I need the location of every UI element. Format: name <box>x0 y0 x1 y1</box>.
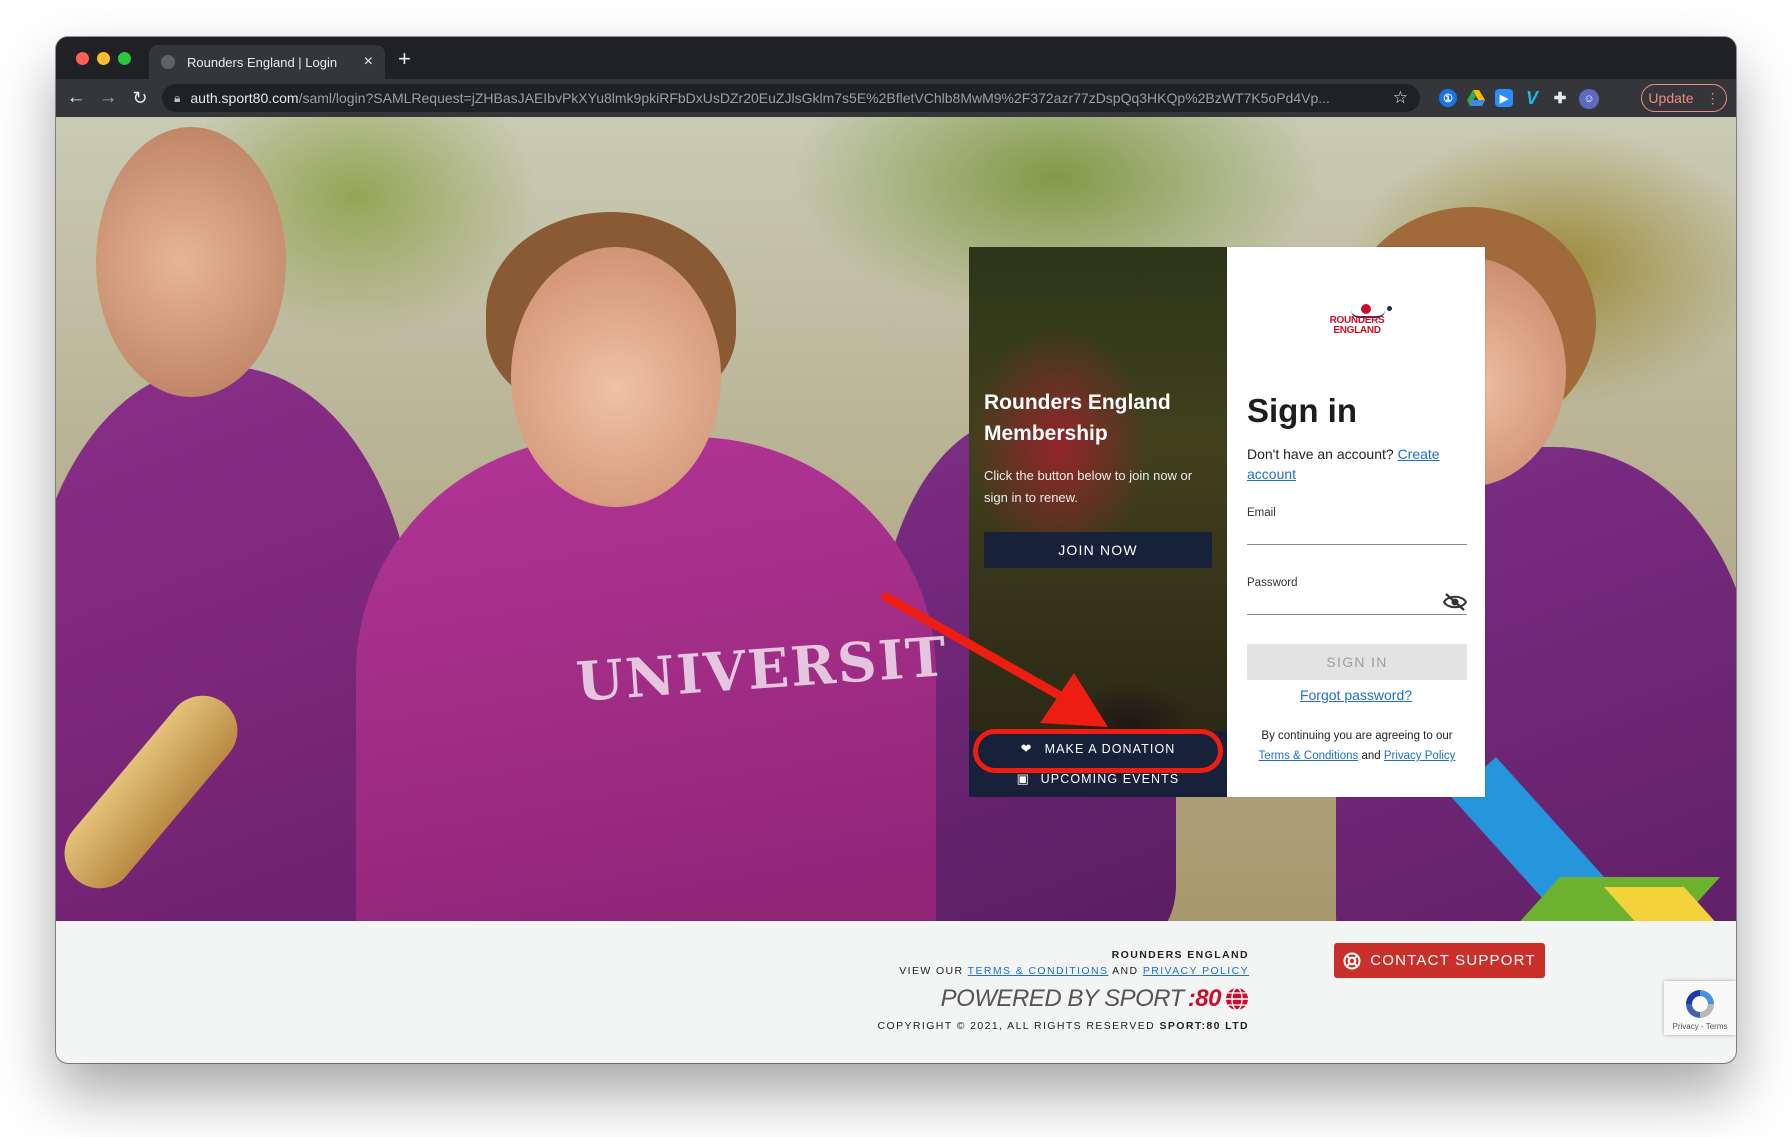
email-label: Email <box>1247 507 1276 519</box>
join-now-button[interactable]: JOIN NOW <box>984 532 1212 568</box>
lifebuoy-icon <box>1343 952 1361 969</box>
powered-by-accent: :80 <box>1187 985 1222 1012</box>
password-field[interactable] <box>1247 589 1467 615</box>
privacy-policy-link[interactable]: Privacy Policy <box>1384 750 1456 762</box>
extensions-puzzle-icon[interactable]: ✚ <box>1551 89 1569 107</box>
update-button[interactable]: Update ⋮ <box>1641 84 1727 112</box>
close-window-button[interactable] <box>76 52 89 65</box>
password-label: Password <box>1247 577 1298 589</box>
terms-conditions-link[interactable]: Terms & Conditions <box>1259 750 1359 762</box>
annotation-arrow <box>881 592 1108 727</box>
membership-title: Rounders England Membership <box>984 391 1171 445</box>
copyright-brand: SPORT:80 LTD <box>1159 1020 1249 1032</box>
bookmark-star-icon[interactable]: ☆ <box>1393 88 1408 108</box>
eye-off-icon[interactable] <box>1443 593 1467 611</box>
annotation-highlight-ring <box>973 729 1223 773</box>
favicon-icon <box>161 55 175 69</box>
logo-wordmark: ROUNDERS ENGLAND <box>1329 315 1385 336</box>
footer-terms-link[interactable]: TERMS & CONDITIONS <box>968 965 1109 977</box>
zoom-extension-icon[interactable]: ▶ <box>1495 89 1513 107</box>
tab-strip: Rounders England | Login × + <box>56 37 1736 79</box>
minimize-window-button[interactable] <box>97 52 110 65</box>
copyright-text: COPYRIGHT © 2021, ALL RIGHTS RESERVED <box>877 1020 1156 1032</box>
rounders-england-logo: ROUNDERS ENGLAND <box>1317 302 1397 342</box>
vimeo-extension-icon[interactable]: V <box>1523 88 1541 108</box>
browser-toolbar: ← → ↻ 🔒︎ auth.sport80.com/saml/login?SAM… <box>56 79 1736 117</box>
footer-view-our: VIEW OUR <box>899 965 964 977</box>
terms-prefix: By continuing you are agreeing to our <box>1261 730 1453 742</box>
footer-org-name: ROUNDERS ENGLAND <box>1111 949 1249 961</box>
powered-by-text: POWERED BY SPORT <box>940 985 1185 1012</box>
footer-links: VIEW OUR TERMS & CONDITIONS AND PRIVACY … <box>656 965 1249 977</box>
logo-ball <box>1387 306 1392 311</box>
terms-notice: By continuing you are agreeing to our Te… <box>1247 726 1467 766</box>
contact-support-button[interactable]: CONTACT SUPPORT <box>1334 943 1545 978</box>
address-bar[interactable]: 🔒︎ auth.sport80.com/saml/login?SAMLReque… <box>162 84 1420 112</box>
update-label: Update <box>1648 90 1694 106</box>
terms-and: and <box>1361 750 1381 762</box>
recaptcha-icon <box>1686 990 1714 1018</box>
url-text: auth.sport80.com/saml/login?SAMLRequest=… <box>190 90 1330 106</box>
new-tab-button[interactable]: + <box>398 46 411 72</box>
copyright-line: COPYRIGHT © 2021, ALL RIGHTS RESERVED SP… <box>656 1020 1249 1032</box>
forgot-password-link[interactable]: Forgot password? <box>1300 687 1412 703</box>
hero-person-head <box>511 247 721 507</box>
forgot-password-row: Forgot password? <box>1227 687 1485 703</box>
signin-title: Sign in <box>1247 392 1357 429</box>
calendar-icon: ▣ <box>1016 771 1031 786</box>
upcoming-events-label: UPCOMING EVENTS <box>1040 772 1180 786</box>
hero-person-head <box>96 127 286 397</box>
tab-login[interactable]: Rounders England | Login × <box>149 45 385 79</box>
contact-support-label: CONTACT SUPPORT <box>1370 952 1536 969</box>
maximize-window-button[interactable] <box>118 52 131 65</box>
signin-card: ROUNDERS ENGLAND Sign in Don't have an ac… <box>1227 247 1485 797</box>
email-field[interactable] <box>1247 519 1467 545</box>
tab-close-icon[interactable]: × <box>364 54 373 70</box>
globe-icon <box>1226 987 1248 1011</box>
membership-description: Click the button below to join now or si… <box>984 468 1193 505</box>
powered-by-sport80-logo: POWERED BY SPORT:80 <box>756 985 1249 1013</box>
lock-icon[interactable]: 🔒︎ <box>174 91 180 106</box>
footer-and: AND <box>1112 965 1139 977</box>
no-account-text: Don't have an account? <box>1247 446 1394 462</box>
page-viewport: UNIVERSIT Rounders England Membership Cl… <box>56 117 1736 1063</box>
profile-avatar[interactable]: ☺ <box>1579 89 1599 109</box>
tab-title: Rounders England | Login <box>187 54 338 70</box>
recaptcha-links[interactable]: Privacy - Terms <box>1664 1022 1736 1031</box>
sign-in-button[interactable]: SIGN IN <box>1247 644 1467 680</box>
recaptcha-badge[interactable]: Privacy - Terms <box>1664 981 1736 1035</box>
kebab-menu-icon: ⋮ <box>1705 89 1720 106</box>
footer-privacy-link[interactable]: PRIVACY POLICY <box>1143 965 1249 977</box>
reload-button[interactable]: ↻ <box>128 86 152 110</box>
create-account-line: Don't have an account? Create account <box>1247 444 1472 484</box>
forward-button[interactable]: → <box>96 86 120 110</box>
password-manager-extension-icon[interactable]: ① <box>1439 89 1457 107</box>
google-drive-extension-icon[interactable] <box>1467 89 1485 107</box>
back-button[interactable]: ← <box>64 86 88 110</box>
browser-window: Rounders England | Login × + ← → ↻ 🔒︎ au… <box>56 37 1736 1063</box>
